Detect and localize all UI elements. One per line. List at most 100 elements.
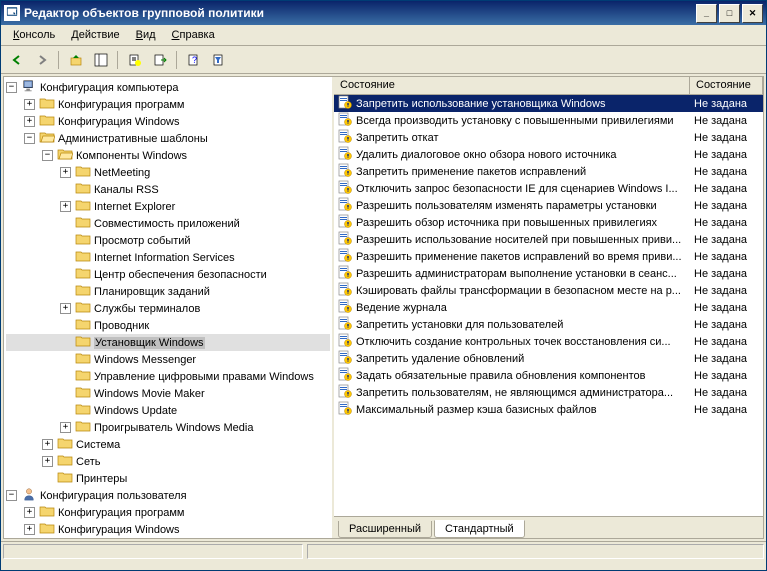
tree-item[interactable]: Совместимость приложений [6,215,330,232]
column-header-state[interactable]: Состояние [690,77,763,94]
tree-item[interactable]: +Internet Explorer [6,198,330,215]
list-row[interactable]: Кэшировать файлы трансформации в безопас… [334,282,763,299]
filter-button[interactable] [207,49,230,71]
expander-icon[interactable]: + [24,507,35,518]
tree-item[interactable]: −Компоненты Windows [6,147,330,164]
close-button[interactable]: ✕ [742,4,763,23]
list-row[interactable]: Разрешить применение пакетов исправлений… [334,248,763,265]
list-item-name: Отключить создание контрольных точек вос… [356,336,671,348]
tree-item[interactable]: +Сеть [6,453,330,470]
list-row[interactable]: Удалить диалоговое окно обзора нового ис… [334,146,763,163]
list-row[interactable]: Запретить использование установщика Wind… [334,95,763,112]
tree-item[interactable]: +Конфигурация Windows [6,521,330,538]
expander-icon[interactable]: − [24,133,35,144]
tree-item[interactable]: Планировщик заданий [6,283,330,300]
folder-icon [75,402,94,419]
policy-icon [338,401,356,418]
tree-panel[interactable]: − Конфигурация компьютера +Конфигурация пр… [4,77,334,538]
tree-item[interactable]: Управление цифровыми правами Windows [6,368,330,385]
tree-item-label: Конфигурация компьютера [40,82,178,94]
back-button[interactable] [5,49,28,71]
titlebar[interactable]: 🗔 Редактор объектов групповой политики _… [1,1,766,25]
tree-item[interactable]: −Конфигурация пользователя [6,487,330,504]
expander-icon[interactable]: + [24,524,35,535]
properties-button[interactable] [123,49,146,71]
expander-icon[interactable]: + [24,99,35,110]
tabs-bar: Расширенный Стандартный [334,516,763,538]
folder-icon [39,130,58,147]
policy-icon [338,265,356,282]
tree-item[interactable]: Центр обеспечения безопасности [6,266,330,283]
list-row[interactable]: Запретить пользователям, не являющимся а… [334,384,763,401]
tree-item[interactable]: Windows Movie Maker [6,385,330,402]
tree-item[interactable]: −Административные шаблоны [6,130,330,147]
tree-item[interactable]: Каналы RSS [6,181,330,198]
tree-item[interactable]: Просмотр событий [6,232,330,249]
tab-extended[interactable]: Расширенный [338,521,432,538]
list-row[interactable]: Разрешить администраторам выполнение уст… [334,265,763,282]
tree-item[interactable]: +Конфигурация программ [6,96,330,113]
list-row[interactable]: Запретить применение пакетов исправлений… [334,163,763,180]
tree-item[interactable]: Принтеры [6,470,330,487]
list-row[interactable]: Разрешить обзор источника при повышенных… [334,214,763,231]
expander-icon[interactable]: − [6,490,17,501]
list-row[interactable]: Задать обязательные правила обновления к… [334,367,763,384]
forward-button[interactable] [30,49,53,71]
tree-item[interactable]: +NetMeeting [6,164,330,181]
list-body[interactable]: Запретить использование установщика Wind… [334,95,763,516]
folder-icon [75,419,94,436]
export-button[interactable] [148,49,171,71]
list-row[interactable]: Запретить установки для пользователейНе … [334,316,763,333]
menu-help[interactable]: Справка [164,27,223,43]
tree-item[interactable]: Установщик Windows [6,334,330,351]
list-item-name: Запретить использование установщика Wind… [356,98,605,110]
tree-item-label: Конфигурация Windows [58,116,180,128]
expander-icon[interactable]: + [24,116,35,127]
list-row[interactable]: Всегда производить установку с повышенны… [334,112,763,129]
expander-icon[interactable]: − [42,150,53,161]
list-row[interactable]: Запретить откатНе задана [334,129,763,146]
menu-view[interactable]: Вид [128,27,164,43]
tree-item[interactable]: Internet Information Services [6,249,330,266]
column-header-name[interactable]: Состояние [334,77,690,94]
list-item-name: Разрешить применение пакетов исправлений… [356,251,682,263]
list-row[interactable]: Максимальный размер кэша базисных файлов… [334,401,763,418]
tree-item[interactable]: +Система [6,436,330,453]
list-row[interactable]: Отключить запрос безопасности IE для сце… [334,180,763,197]
list-row[interactable]: Разрешить использование носителей при по… [334,231,763,248]
tree-item-label: Проводник [94,320,149,332]
list-row[interactable]: Запретить удаление обновленийНе задана [334,350,763,367]
show-hide-tree-button[interactable] [89,49,112,71]
list-row[interactable]: Ведение журналаНе задана [334,299,763,316]
up-button[interactable] [64,49,87,71]
expander-icon[interactable]: + [60,201,71,212]
list-row[interactable]: Отключить создание контрольных точек вос… [334,333,763,350]
menu-action[interactable]: Действие [63,27,127,43]
menubar: Консоль Действие Вид Справка [1,25,766,46]
help-button[interactable]: ? [182,49,205,71]
status-cell [307,544,764,559]
list-item-name: Запретить удаление обновлений [356,353,524,365]
folder-icon [39,521,58,538]
expander-icon[interactable]: + [60,422,71,433]
tab-standard[interactable]: Стандартный [434,520,525,538]
maximize-button[interactable]: □ [719,4,740,23]
tree-item[interactable]: +Проигрыватель Windows Media [6,419,330,436]
tree-item[interactable]: Проводник [6,317,330,334]
menu-console[interactable]: Консоль [5,27,63,43]
expander-icon[interactable]: + [60,167,71,178]
list-row[interactable]: Разрешить пользователям изменять парамет… [334,197,763,214]
expander-icon[interactable]: + [60,303,71,314]
expander-icon[interactable]: − [6,82,17,93]
policy-icon [338,214,356,231]
tree-item[interactable]: +Службы терминалов [6,300,330,317]
folder-icon [39,113,58,130]
tree-item[interactable]: + Конфигурация Windows [6,113,330,130]
tree-item[interactable]: − Конфигурация компьютера [6,79,330,96]
tree-item[interactable]: Windows Update [6,402,330,419]
expander-icon[interactable]: + [42,439,53,450]
tree-item[interactable]: +Конфигурация программ [6,504,330,521]
minimize-button[interactable]: _ [696,4,717,23]
tree-item[interactable]: Windows Messenger [6,351,330,368]
expander-icon[interactable]: + [42,456,53,467]
